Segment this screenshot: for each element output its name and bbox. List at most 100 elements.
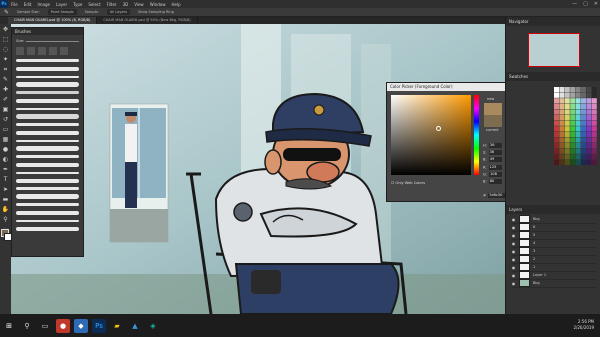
color-swatch[interactable] (581, 115, 586, 121)
menu-help[interactable]: Help (168, 2, 183, 7)
brush-preset[interactable] (16, 185, 79, 192)
brush-preset[interactable] (16, 161, 79, 168)
brush-preset[interactable] (16, 169, 79, 176)
blur-tool-icon[interactable]: ● (1, 145, 10, 154)
color-swatch[interactable] (575, 131, 581, 137)
color-swatch[interactable] (554, 92, 559, 98)
healing-tool-icon[interactable]: ✚ (1, 85, 10, 94)
visibility-eye-icon[interactable]: ◉ (511, 257, 516, 262)
visibility-eye-icon[interactable]: ◉ (511, 265, 516, 270)
magic-wand-tool-icon[interactable]: ✦ (1, 55, 10, 64)
swatch-grid[interactable] (554, 87, 598, 167)
color-swatch[interactable] (591, 159, 597, 165)
color-swatch[interactable] (591, 98, 597, 104)
minimize-icon[interactable]: — (572, 0, 577, 8)
brush-preset[interactable] (16, 113, 79, 120)
windows-start-icon[interactable]: ⊞ (2, 319, 16, 333)
app-icon[interactable]: ● (56, 318, 70, 333)
red-field[interactable]: R: 125 (483, 165, 502, 170)
stamp-tool-icon[interactable]: ▣ (1, 105, 10, 114)
color-swatch[interactable] (564, 148, 570, 154)
color-swatch[interactable] (586, 92, 592, 98)
color-swatch[interactable] (559, 98, 565, 104)
visibility-eye-icon[interactable]: ◉ (511, 249, 516, 254)
brush-preset[interactable] (16, 153, 79, 160)
color-swatch[interactable] (575, 103, 581, 109)
color-swatch[interactable] (564, 103, 570, 109)
brush-preset[interactable] (16, 89, 79, 96)
color-swatch[interactable] (586, 159, 592, 165)
brush-preset[interactable] (16, 209, 79, 216)
current-color-swatch[interactable] (484, 115, 502, 127)
color-swatch[interactable] (591, 103, 597, 109)
color-swatch[interactable] (575, 115, 581, 121)
brush-preset[interactable] (16, 57, 79, 64)
color-swatch[interactable] (564, 159, 570, 165)
color-swatch[interactable] (591, 137, 597, 143)
color-swatch[interactable] (570, 159, 576, 165)
brush-preset[interactable] (16, 129, 79, 136)
brush-preset[interactable] (16, 177, 79, 184)
color-swatch[interactable] (591, 92, 597, 98)
brush-preset[interactable] (16, 81, 79, 88)
color-swatch[interactable] (554, 109, 559, 115)
color-swatch[interactable] (559, 148, 565, 154)
color-swatch[interactable] (591, 109, 597, 115)
hue-slider[interactable] (474, 95, 479, 175)
sample-size-select[interactable]: Point Sample (47, 9, 77, 15)
visibility-eye-icon[interactable]: ◉ (511, 217, 516, 222)
color-swatch[interactable] (591, 131, 597, 137)
color-swatch[interactable] (581, 148, 586, 154)
color-swatch[interactable] (581, 103, 586, 109)
menu-type[interactable]: Type (70, 2, 85, 7)
eyedropper-icon[interactable]: ✎ (4, 9, 9, 16)
brush-preset-thumb[interactable] (60, 47, 68, 55)
color-swatch[interactable] (559, 115, 565, 121)
color-swatch[interactable] (559, 131, 565, 137)
color-swatch[interactable] (570, 137, 576, 143)
color-swatch[interactable] (554, 98, 559, 104)
color-swatch[interactable] (554, 148, 559, 154)
color-swatch[interactable] (591, 115, 597, 121)
color-swatch[interactable] (559, 154, 565, 160)
brush-preset[interactable] (16, 225, 79, 232)
brush-preset[interactable] (16, 217, 79, 224)
color-swatch[interactable] (570, 126, 576, 132)
show-ring-checkbox[interactable]: Show Sampling Ring (138, 10, 174, 14)
color-swatch[interactable] (581, 87, 586, 93)
color-field-cursor[interactable] (436, 126, 441, 131)
app-icon[interactable]: ◈ (146, 319, 160, 333)
color-swatch[interactable] (581, 154, 586, 160)
color-swatch[interactable] (591, 143, 597, 149)
brush-preset[interactable] (16, 201, 79, 208)
color-swatch[interactable] (559, 120, 565, 126)
color-swatch[interactable] (559, 159, 565, 165)
color-swatch[interactable] (570, 115, 576, 121)
color-swatch[interactable] (554, 103, 559, 109)
menu-3d[interactable]: 3D (120, 2, 132, 7)
color-swatch[interactable] (575, 120, 581, 126)
color-swatch[interactable] (559, 137, 565, 143)
color-swatch[interactable] (586, 143, 592, 149)
gradient-tool-icon[interactable]: ▦ (1, 135, 10, 144)
color-swatch[interactable] (559, 103, 565, 109)
color-swatch[interactable] (591, 154, 597, 160)
app-icon[interactable]: ▲ (128, 319, 142, 333)
color-swatch[interactable] (586, 137, 592, 143)
color-swatch[interactable] (554, 131, 559, 137)
color-swatch[interactable] (564, 98, 570, 104)
color-swatch[interactable] (570, 98, 576, 104)
brush-preset[interactable] (16, 193, 79, 200)
color-swatch[interactable] (586, 148, 592, 154)
path-selection-icon[interactable]: ➤ (1, 185, 10, 194)
pen-tool-icon[interactable]: ✒ (1, 165, 10, 174)
color-swatch[interactable] (564, 92, 570, 98)
color-swatch[interactable] (554, 87, 559, 93)
color-swatch[interactable] (586, 98, 592, 104)
color-swatch[interactable] (581, 98, 586, 104)
dodge-tool-icon[interactable]: ◐ (1, 155, 10, 164)
color-swatch[interactable] (575, 87, 581, 93)
crop-tool-icon[interactable]: ⌗ (1, 65, 10, 74)
color-swatch[interactable] (586, 87, 592, 93)
visibility-eye-icon[interactable]: ◉ (511, 225, 516, 230)
